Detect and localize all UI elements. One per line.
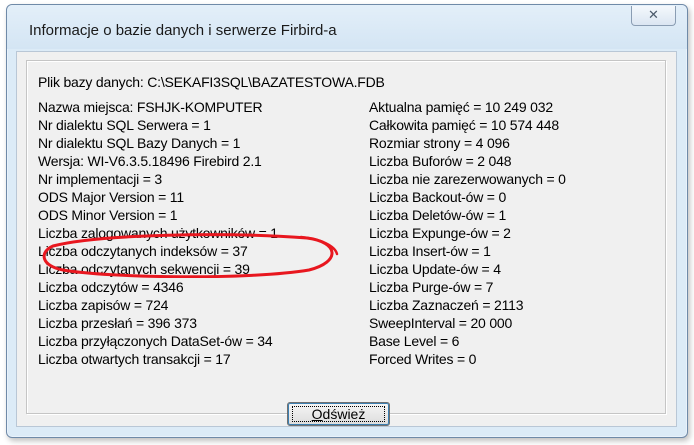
info-host-name: Nazwa miejsca: FSHJK-KOMPUTER: [38, 99, 263, 115]
info-version: Wersja: WI-V6.3.5.18496 Firebird 2.1: [38, 153, 262, 169]
info-backouts: Liczba Backout-ów = 0: [369, 189, 507, 205]
info-base-level: Base Level = 6: [369, 333, 460, 349]
info-expunges: Liczba Expunge-ów = 2: [369, 225, 511, 241]
info-db-dialect: Nr dialektu SQL Bazy Danych = 1: [38, 135, 241, 151]
info-writes: Liczba zapisów = 724: [38, 297, 169, 313]
info-forced-writes: Forced Writes = 0: [369, 351, 477, 367]
info-implementation: Nr implementacji = 3: [38, 171, 162, 187]
info-updates: Liczba Update-ów = 4: [369, 261, 501, 277]
info-attached-datasets: Liczba przyłączonych DataSet-ów = 34: [38, 333, 273, 349]
info-logged-users: Liczba zalogowanych użytkowników = 1: [38, 225, 278, 241]
info-buffers: Liczba Buforów = 2 048: [369, 153, 512, 169]
info-marks: Liczba Zaznaczeń = 2113: [369, 297, 524, 313]
info-inserts: Liczba Insert-ów = 1: [369, 243, 491, 259]
info-open-transactions: Liczba otwartych transakcji = 17: [38, 351, 231, 367]
info-ods-minor: ODS Minor Version = 1: [38, 207, 178, 223]
info-current-memory: Aktualna pamięć = 10 249 032: [369, 99, 553, 115]
info-server-dialect: Nr dialektu SQL Serwera = 1: [38, 117, 211, 133]
info-purges: Liczba Purge-ów = 7: [369, 279, 494, 295]
focus-rectangle: [292, 406, 385, 422]
info-unreserved: Liczba nie zarezerwowanych = 0: [369, 171, 566, 187]
refresh-button[interactable]: Odśwież: [287, 402, 390, 426]
info-group-box: Plik bazy danych: C:\SEKAFI3SQL\BAZATEST…: [26, 60, 666, 414]
dialog-title: Informacje o bazie danych i serwerze Fir…: [29, 22, 337, 39]
info-page-size: Rozmiar strony = 4 096: [369, 135, 510, 151]
info-indexes-read: Liczba odczytanych indeksów = 37: [38, 243, 248, 259]
dialog-content: Plik bazy danych: C:\SEKAFI3SQL\BAZATEST…: [16, 51, 677, 427]
close-icon: ✕: [648, 8, 659, 23]
info-reads: Liczba odczytów = 4346: [38, 279, 184, 295]
info-sequences-read: Liczba odczytanych sekwencji = 39: [38, 261, 250, 277]
database-file-path: Plik bazy danych: C:\SEKAFI3SQL\BAZATEST…: [38, 74, 385, 90]
info-transfers: Liczba przesłań = 396 373: [38, 315, 197, 331]
title-bar[interactable]: Informacje o bazie danych i serwerze Fir…: [7, 5, 687, 49]
database-info-dialog: Informacje o bazie danych i serwerze Fir…: [6, 4, 688, 438]
info-ods-major: ODS Major Version = 11: [38, 189, 184, 205]
info-total-memory: Całkowita pamięć = 10 574 448: [369, 117, 559, 133]
info-sweep-interval: SweepInterval = 20 000: [369, 315, 513, 331]
close-button[interactable]: ✕: [631, 6, 676, 26]
info-deletes: Liczba Deletów-ów = 1: [369, 207, 507, 223]
